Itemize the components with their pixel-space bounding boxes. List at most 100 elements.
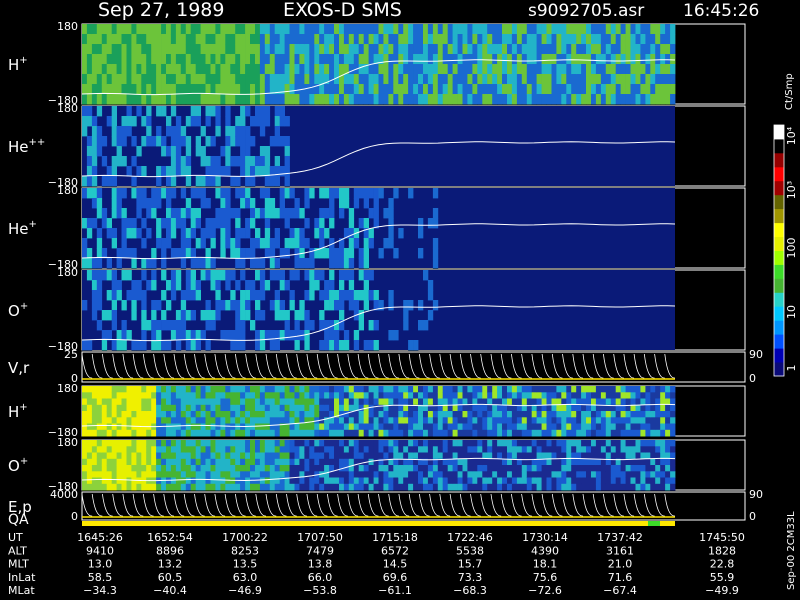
spectrogram-cell [403, 74, 409, 85]
spectrogram-cell [586, 417, 592, 424]
panel-label: O+ [8, 456, 28, 475]
spectrogram-cell [106, 290, 112, 301]
spectrogram-cell [121, 411, 127, 418]
sweep-line [603, 353, 614, 379]
spectrogram-cell [541, 392, 547, 399]
spectrogram-cell [269, 24, 276, 35]
spectrogram-cell [383, 64, 389, 75]
spectrogram-cell [670, 471, 676, 478]
spectrogram-cell [255, 54, 261, 65]
spectrogram-cell [586, 458, 592, 466]
spectrogram-cell [259, 446, 266, 453]
spectrogram-cell [408, 398, 414, 406]
spectrogram-cell [101, 24, 108, 35]
spectrogram-cell [146, 320, 152, 331]
spectrogram-cell [492, 386, 498, 393]
spectrogram-cell [284, 24, 290, 35]
spectrogram-cell [294, 310, 300, 321]
spectrogram-cell [230, 126, 236, 137]
spectrogram-cell [86, 44, 93, 55]
spectrogram-cell [156, 94, 162, 105]
spectrogram-cell [437, 446, 444, 453]
spectrogram-cell [116, 429, 122, 437]
spectrogram-cell [319, 340, 325, 351]
spectrogram-cell [309, 423, 315, 431]
spectrogram-cell [556, 34, 562, 45]
spectrogram-cell [205, 310, 211, 321]
spectrogram-cell [91, 64, 98, 75]
spectrogram-cell [403, 392, 409, 399]
spectrogram-cell [507, 94, 513, 105]
spectrogram-cell [309, 94, 315, 105]
spectrogram-cell [605, 392, 612, 399]
spectrogram-cell [521, 465, 528, 472]
spectrogram-cell [457, 477, 463, 485]
spectrogram-cell [353, 330, 360, 341]
spectrogram-cell [111, 106, 117, 117]
spectrogram-cell [665, 386, 671, 393]
spectrogram-cell [437, 24, 444, 35]
spectrogram-cell [645, 392, 651, 399]
spectrogram-cell [225, 386, 231, 393]
spectrogram-cell [408, 440, 414, 447]
spectrogram-cell [600, 24, 607, 35]
spectrogram-cell [670, 386, 676, 393]
spectrogram-cell [259, 465, 266, 472]
spectrogram-cell [655, 423, 661, 431]
spectrogram-cell [274, 106, 280, 117]
spectrogram-cell [576, 74, 582, 85]
spectrogram-cell [250, 440, 256, 447]
spectrogram-cell [432, 94, 439, 105]
spectrogram-cell [324, 483, 330, 491]
spectrogram-cell [215, 398, 221, 406]
spectrogram-cell [250, 392, 256, 399]
spectrogram-cell [591, 440, 597, 447]
spectrogram-cell [452, 429, 458, 437]
spectrogram-cell [640, 411, 646, 418]
spectrogram-cell [185, 156, 192, 167]
sweep-line [173, 353, 185, 379]
spectrogram-cell [383, 440, 389, 447]
spectrogram-cell [289, 392, 295, 399]
spectrogram-cell [586, 411, 592, 418]
spectrogram-cell [106, 465, 112, 472]
spectrogram-cell [576, 64, 582, 75]
spectrogram-cell [576, 423, 582, 431]
spectrogram-cell [383, 94, 389, 105]
spectrogram-cell [521, 411, 528, 418]
sweep-line [531, 493, 543, 517]
spectrogram-cell [111, 126, 117, 137]
spectrogram-cell [96, 465, 103, 472]
spectrogram-cell [556, 471, 562, 478]
spectrogram-cell [432, 386, 439, 393]
spectrogram-cell [348, 34, 355, 45]
spectrogram-cell [185, 280, 192, 291]
spectrogram-cell [230, 64, 236, 75]
spectrogram-cell [462, 386, 468, 393]
spectrogram-cell [289, 471, 295, 478]
spectrogram-cell [625, 44, 631, 55]
spectrogram-cell [339, 440, 345, 447]
spectrogram-cell [264, 116, 271, 127]
spectrogram-cell [511, 471, 518, 478]
sweep-line [357, 353, 369, 379]
spectrogram-cell [175, 126, 182, 137]
spectrogram-cell [106, 116, 112, 127]
spectrogram-cell [358, 270, 364, 281]
spectrogram-cell [146, 34, 152, 45]
spectrogram-cell [215, 188, 221, 199]
spectrogram-cell [116, 208, 122, 219]
sweep-line [521, 493, 532, 517]
spectrogram-cell [245, 411, 251, 418]
spectrogram-cell [141, 411, 147, 418]
orbit-cell: 4390 [531, 544, 559, 557]
sweep-line [531, 353, 543, 379]
spectrogram-cell [289, 452, 295, 460]
spectrogram-cell [670, 94, 676, 105]
spectrogram-cell [497, 483, 503, 491]
spectrogram-cell [437, 386, 444, 393]
spectrogram-cell [447, 386, 453, 393]
colorbar-swatch [774, 292, 784, 307]
spectrogram-cell [161, 340, 167, 351]
spectrogram-cell [235, 446, 241, 453]
